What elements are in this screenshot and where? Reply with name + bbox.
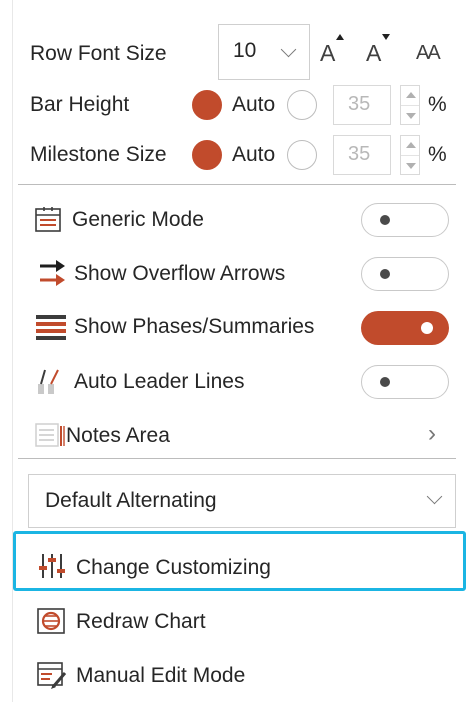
milestone-size-unit: % bbox=[428, 143, 447, 166]
overflow-arrows-icon bbox=[38, 258, 68, 288]
bar-height-auto-label: Auto bbox=[232, 93, 276, 116]
bar-height-input[interactable]: 35 bbox=[333, 85, 391, 125]
milestone-size-spinner[interactable] bbox=[400, 135, 420, 175]
redraw-chart-icon bbox=[37, 608, 65, 634]
phases-summaries-icon bbox=[34, 312, 68, 342]
bar-height-auto-radio[interactable] bbox=[192, 90, 222, 120]
notes-area-row[interactable] bbox=[34, 420, 66, 450]
chevron-down-icon bbox=[280, 41, 297, 58]
leader-lines-icon bbox=[36, 366, 66, 396]
manual-edit-mode-label: Manual Edit Mode bbox=[76, 664, 246, 687]
spin-down-icon bbox=[406, 113, 416, 119]
format-panel: Row Font Size 10 A A AA Bar Height Auto … bbox=[0, 0, 468, 702]
spin-up-icon bbox=[406, 92, 416, 98]
generic-mode-toggle[interactable] bbox=[361, 203, 449, 237]
show-overflow-arrows-label: Show Overflow Arrows bbox=[74, 262, 286, 285]
spin-up-icon bbox=[406, 142, 416, 148]
notes-area-label: Notes Area bbox=[66, 424, 170, 447]
change-case-glyph: AA bbox=[416, 42, 441, 64]
redraw-chart-label: Redraw Chart bbox=[76, 610, 206, 633]
show-overflow-arrows-toggle[interactable] bbox=[361, 257, 449, 291]
milestone-size-auto-radio[interactable] bbox=[192, 140, 222, 170]
auto-leader-lines-toggle[interactable] bbox=[361, 365, 449, 399]
change-customizing-label: Change Customizing bbox=[76, 556, 271, 579]
toggle-knob bbox=[421, 322, 433, 334]
toggle-knob bbox=[380, 215, 390, 225]
font-size-value: 10 bbox=[233, 39, 257, 62]
panel-border bbox=[12, 0, 13, 702]
bar-height-unit: % bbox=[428, 93, 447, 116]
chevron-right-icon: › bbox=[428, 420, 436, 447]
decrease-font-glyph: A bbox=[366, 40, 382, 66]
section-divider bbox=[18, 184, 456, 185]
bar-height-label: Bar Height bbox=[30, 93, 130, 116]
change-case-button[interactable]: AA bbox=[416, 42, 441, 65]
toggle-knob bbox=[380, 269, 390, 279]
section-divider bbox=[18, 458, 456, 459]
spin-down-icon bbox=[406, 163, 416, 169]
milestone-size-input[interactable]: 35 bbox=[333, 135, 391, 175]
spinner-divider bbox=[401, 155, 419, 156]
change-customizing-button[interactable] bbox=[38, 552, 66, 580]
bar-height-custom-radio[interactable] bbox=[287, 90, 317, 120]
row-font-size-label: Row Font Size bbox=[30, 42, 167, 65]
milestone-size-label: Milestone Size bbox=[30, 143, 167, 166]
show-phases-summaries-label: Show Phases/Summaries bbox=[74, 315, 315, 338]
increase-font-button[interactable]: A bbox=[320, 34, 344, 67]
decrease-font-button[interactable]: A bbox=[366, 34, 390, 67]
auto-leader-lines-label: Auto Leader Lines bbox=[74, 370, 245, 393]
toggle-knob bbox=[380, 377, 390, 387]
increase-font-glyph: A bbox=[320, 40, 336, 66]
spinner-divider bbox=[401, 105, 419, 106]
manual-edit-mode-button[interactable] bbox=[36, 660, 68, 690]
chevron-down-icon bbox=[426, 488, 443, 505]
triangle-down-icon bbox=[382, 34, 390, 40]
font-size-select[interactable]: 10 bbox=[218, 24, 310, 80]
show-phases-summaries-toggle[interactable] bbox=[361, 311, 449, 345]
notes-area-icon bbox=[35, 423, 65, 447]
redraw-chart-button[interactable] bbox=[36, 606, 66, 636]
bar-height-spinner[interactable] bbox=[400, 85, 420, 125]
milestone-size-custom-radio[interactable] bbox=[287, 140, 317, 170]
triangle-up-icon bbox=[336, 34, 344, 40]
sliders-icon bbox=[39, 554, 65, 578]
milestone-size-auto-label: Auto bbox=[232, 143, 276, 166]
generic-mode-icon bbox=[34, 206, 62, 234]
style-dropdown[interactable]: Default Alternating bbox=[28, 474, 456, 528]
style-dropdown-value: Default Alternating bbox=[45, 489, 217, 512]
manual-edit-icon bbox=[37, 662, 67, 689]
generic-mode-label: Generic Mode bbox=[72, 208, 204, 231]
